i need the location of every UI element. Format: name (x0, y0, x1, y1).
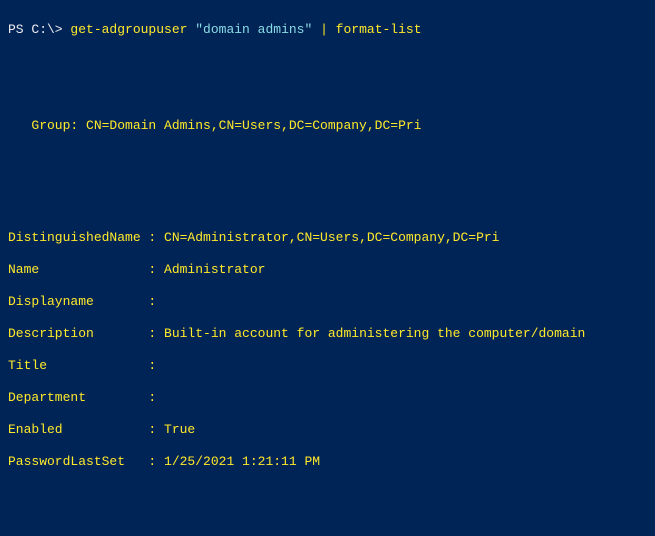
field-label: Name : (8, 262, 164, 277)
field-title: Title : (8, 358, 647, 374)
group-header: Group: CN=Domain Admins,CN=Users,DC=Comp… (8, 118, 647, 134)
command-part: get-adgroupuser (70, 22, 195, 37)
group-label: Group: (31, 118, 86, 133)
powershell-terminal[interactable]: PS C:\> get-adgroupuser "domain admins" … (0, 0, 655, 536)
indent (8, 118, 31, 133)
record: DistinguishedName : CN=Administrator,CN=… (8, 214, 647, 486)
field-label: DistinguishedName : (8, 230, 164, 245)
prompt-line: PS C:\> get-adgroupuser "domain admins" … (8, 22, 647, 38)
field-label: PasswordLastSet : (8, 454, 164, 469)
blank-line (8, 86, 647, 102)
field-passwordlastset: PasswordLastSet : 1/25/2021 1:21:11 PM (8, 454, 647, 470)
blank-line (8, 54, 647, 70)
command-arg: "domain admins" (195, 22, 312, 37)
field-label: Enabled : (8, 422, 164, 437)
field-label: Description : (8, 326, 164, 341)
group-value: CN=Domain Admins,CN=Users,DC=Company,DC=… (86, 118, 421, 133)
field-value: True (164, 422, 195, 437)
field-value: Administrator (164, 262, 265, 277)
blank-line (8, 502, 647, 518)
blank-line (8, 182, 647, 198)
field-name: Name : Administrator (8, 262, 647, 278)
ps-prompt: PS C:\> (8, 22, 70, 37)
field-label: Displayname : (8, 294, 164, 309)
field-value: CN=Administrator,CN=Users,DC=Company,DC=… (164, 230, 499, 245)
field-displayname: Displayname : (8, 294, 647, 310)
field-value: 1/25/2021 1:21:11 PM (164, 454, 320, 469)
field-enabled: Enabled : True (8, 422, 647, 438)
field-label: Title : (8, 358, 164, 373)
command-pipe: | format-list (312, 22, 421, 37)
field-value: Built-in account for administering the c… (164, 326, 585, 341)
blank-line (8, 150, 647, 166)
field-label: Department : (8, 390, 164, 405)
field-distinguishedname: DistinguishedName : CN=Administrator,CN=… (8, 230, 647, 246)
field-department: Department : (8, 390, 647, 406)
field-description: Description : Built-in account for admin… (8, 326, 647, 342)
